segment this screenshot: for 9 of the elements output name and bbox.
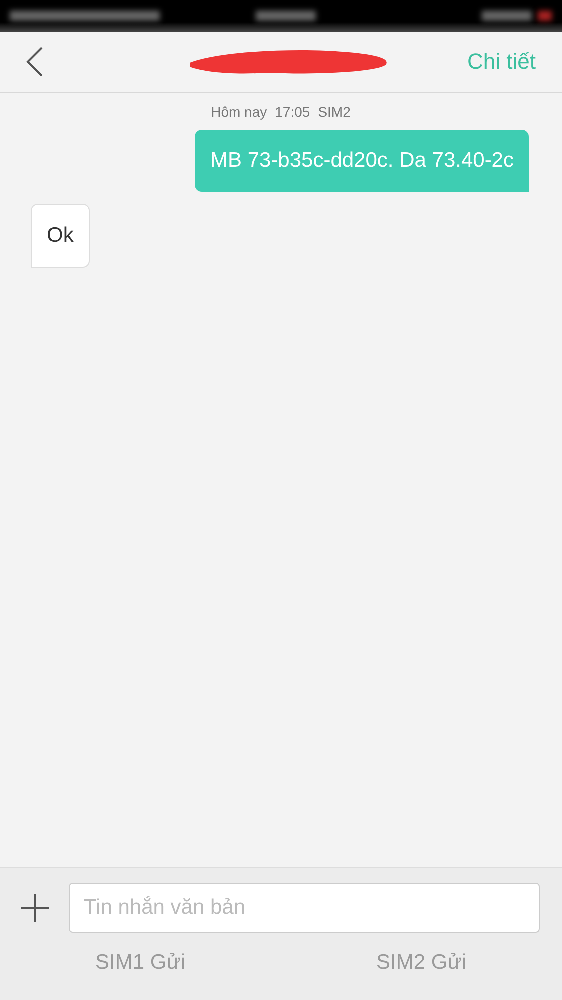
timestamp-text: SIM2 <box>318 104 351 120</box>
sent-message-bubble: MB 73-b35c-dd20c. Da 73.40-2c <box>195 130 529 192</box>
back-icon[interactable] <box>26 47 44 77</box>
message-input-field[interactable]: Tin nhắn văn bản <box>69 883 540 933</box>
timestamp-text: Hôm nay <box>211 104 268 120</box>
timestamp-text: 17:05 <box>275 104 310 120</box>
add-icon[interactable] <box>21 894 49 922</box>
details-link[interactable]: Chi tiết <box>468 49 536 75</box>
received-message-bubble: Ok <box>31 204 90 268</box>
